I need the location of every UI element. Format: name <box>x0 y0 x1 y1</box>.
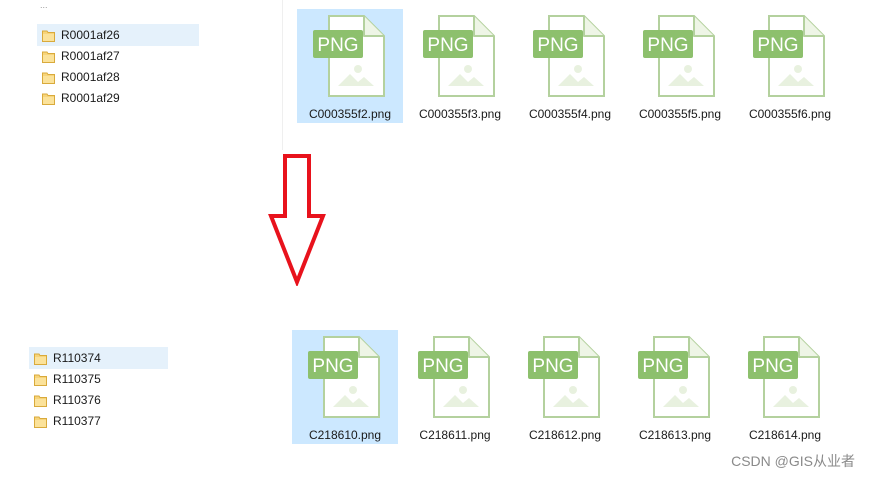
file-name: C000355f2.png <box>308 107 392 121</box>
png-file-icon: PNG <box>308 336 380 418</box>
file-name: C218610.png <box>308 428 382 442</box>
png-file-icon: PNG <box>313 15 385 97</box>
png-badge-text: PNG <box>532 356 573 377</box>
folder-icon <box>34 394 47 407</box>
png-badge-text: PNG <box>317 35 358 56</box>
png-badge-text: PNG <box>422 356 463 377</box>
folder-label: R0001af27 <box>61 49 120 63</box>
file-item[interactable]: PNG C218612.png <box>512 330 618 444</box>
folder-item[interactable]: R110374 <box>29 347 168 369</box>
png-badge-text: PNG <box>537 35 578 56</box>
folder-label: R110374 <box>53 351 101 365</box>
png-badge-text: PNG <box>647 35 688 56</box>
png-badge-text: PNG <box>427 35 468 56</box>
file-item[interactable]: PNG C000355f6.png <box>737 9 843 123</box>
file-item[interactable]: PNG C000355f4.png <box>517 9 623 123</box>
folder-icon <box>42 92 55 105</box>
png-badge-text: PNG <box>752 356 793 377</box>
file-item[interactable]: PNG C000355f5.png <box>627 9 733 123</box>
down-arrow-icon <box>266 152 328 291</box>
png-file-icon: PNG <box>528 336 600 418</box>
file-item[interactable]: PNG C218611.png <box>402 330 508 444</box>
folder-item[interactable]: R110375 <box>29 368 168 390</box>
png-file-icon: PNG <box>533 15 605 97</box>
folder-label: R110377 <box>53 414 101 428</box>
folder-item[interactable]: R0001af27 <box>37 45 199 67</box>
folder-item[interactable]: R110377 <box>29 410 168 432</box>
file-item[interactable]: PNG C218614.png <box>732 330 838 444</box>
top-divider <box>282 0 283 150</box>
file-name: C000355f6.png <box>748 107 832 121</box>
png-file-icon: PNG <box>748 336 820 418</box>
file-name: C000355f3.png <box>418 107 502 121</box>
png-file-icon: PNG <box>418 336 490 418</box>
png-file-icon: PNG <box>423 15 495 97</box>
folder-item[interactable]: R110376 <box>29 389 168 411</box>
file-item[interactable]: PNG C000355f3.png <box>407 9 513 123</box>
folder-label: R0001af26 <box>61 28 120 42</box>
folder-icon <box>42 29 55 42</box>
stray-text: ... <box>40 0 48 10</box>
file-name: C218614.png <box>748 428 822 442</box>
file-name: C218611.png <box>419 428 491 442</box>
folder-label: R0001af29 <box>61 91 120 105</box>
file-item[interactable]: PNG C218613.png <box>622 330 728 444</box>
folder-label: R110376 <box>53 393 101 407</box>
png-badge-text: PNG <box>312 356 353 377</box>
file-item[interactable]: PNG C218610.png <box>292 330 398 444</box>
png-badge-text: PNG <box>757 35 798 56</box>
folder-icon <box>34 415 47 428</box>
png-file-icon: PNG <box>753 15 825 97</box>
png-badge-text: PNG <box>642 356 683 377</box>
file-name: C000355f5.png <box>638 107 722 121</box>
folder-icon <box>42 50 55 63</box>
file-name: C000355f4.png <box>528 107 612 121</box>
folder-icon <box>34 352 47 365</box>
file-name: C218613.png <box>638 428 712 442</box>
folder-icon <box>34 373 47 386</box>
file-item[interactable]: PNG C000355f2.png <box>297 9 403 123</box>
watermark: CSDN @GIS从业者 <box>731 453 855 469</box>
folder-label: R0001af28 <box>61 70 120 84</box>
folder-item[interactable]: R0001af26 <box>37 24 199 46</box>
folder-label: R110375 <box>53 372 101 386</box>
folder-icon <box>42 71 55 84</box>
folder-item[interactable]: R0001af28 <box>37 66 199 88</box>
folder-item[interactable]: R0001af29 <box>37 87 199 109</box>
png-file-icon: PNG <box>643 15 715 97</box>
png-file-icon: PNG <box>638 336 710 418</box>
file-name: C218612.png <box>528 428 602 442</box>
